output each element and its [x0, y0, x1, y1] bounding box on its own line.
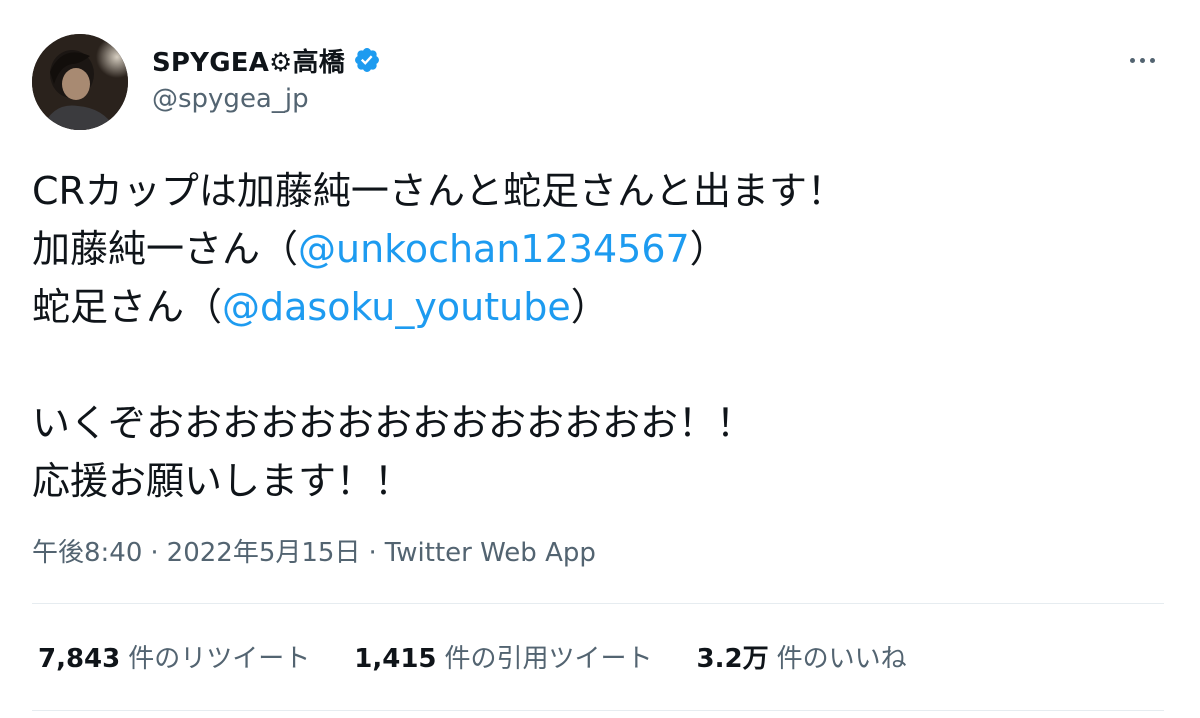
tweet-stats: 7,843 件のリツイート 1,415 件の引用ツイート 3.2万 件のいいね: [38, 636, 951, 676]
tweet-meta: 午後8:40 · 2022年5月15日 · Twitter Web App: [32, 532, 596, 569]
author-handle[interactable]: @spygea_jp: [152, 84, 309, 114]
meta-separator: ·: [368, 538, 377, 568]
quotes-label: 件の引用ツイート: [444, 643, 653, 674]
tweet-line-text: ）: [689, 227, 728, 271]
more-dot: [1129, 57, 1135, 63]
meta-separator: ·: [150, 538, 159, 568]
tweet-line: 加藤純一さん（@unkochan1234567）: [32, 220, 1152, 278]
tweet-line: 蛇足さん（@dasoku_youtube）: [32, 278, 1152, 336]
verified-badge-icon: [354, 48, 379, 72]
avatar[interactable]: [32, 34, 128, 130]
quotes-stat[interactable]: 1,415 件の引用ツイート: [354, 638, 652, 675]
tweet-line-text: 加藤純一さん（: [32, 227, 299, 271]
tweet-time[interactable]: 午後8:40: [32, 538, 142, 568]
tweet-line: 応援お願いします！！: [32, 452, 1152, 510]
divider: [32, 710, 1164, 711]
more-dot: [1149, 57, 1155, 63]
quotes-count: 1,415: [354, 643, 437, 674]
tweet-line-text: CRカップは加藤純一さんと蛇足さんと出ます！: [32, 169, 845, 213]
author-name-row[interactable]: SPYGEA⚙高橋: [152, 42, 381, 78]
tweet-line-text: 応援お願いします！！: [32, 459, 413, 503]
retweets-count: 7,843: [38, 643, 121, 674]
tweet-card: SPYGEA⚙高橋 @spygea_jp CRカップは加藤純一さんと蛇足さんと出…: [0, 0, 1200, 718]
mention-link[interactable]: @unkochan1234567: [298, 227, 690, 271]
tweet-line-text: いくぞおおおおおおおおおおおおおお！！: [32, 401, 755, 445]
tweet-source[interactable]: Twitter Web App: [385, 538, 596, 568]
display-name[interactable]: SPYGEA⚙高橋: [152, 42, 345, 79]
tweet-text: CRカップは加藤純一さんと蛇足さんと出ます！ 加藤純一さん（@unkochan1…: [32, 162, 1152, 510]
tweet-line: CRカップは加藤純一さんと蛇足さんと出ます！: [32, 162, 1152, 220]
retweets-stat[interactable]: 7,843 件のリツイート: [38, 638, 310, 675]
tweet-line-text: 蛇足さん（: [32, 285, 223, 329]
mention-link[interactable]: @dasoku_youtube: [222, 285, 571, 329]
tweet-date[interactable]: 2022年5月15日: [167, 538, 361, 568]
divider: [32, 603, 1164, 604]
likes-count: 3.2万: [696, 643, 769, 674]
likes-label: 件のいいね: [776, 643, 907, 674]
more-dot: [1139, 57, 1145, 63]
more-horizontal-icon[interactable]: [1124, 46, 1160, 74]
tweet-line-text: ）: [570, 285, 609, 329]
likes-stat[interactable]: 3.2万 件のいいね: [697, 638, 907, 675]
retweets-label: 件のリツイート: [128, 643, 311, 674]
tweet-line: いくぞおおおおおおおおおおおおおお！！: [32, 394, 1152, 452]
